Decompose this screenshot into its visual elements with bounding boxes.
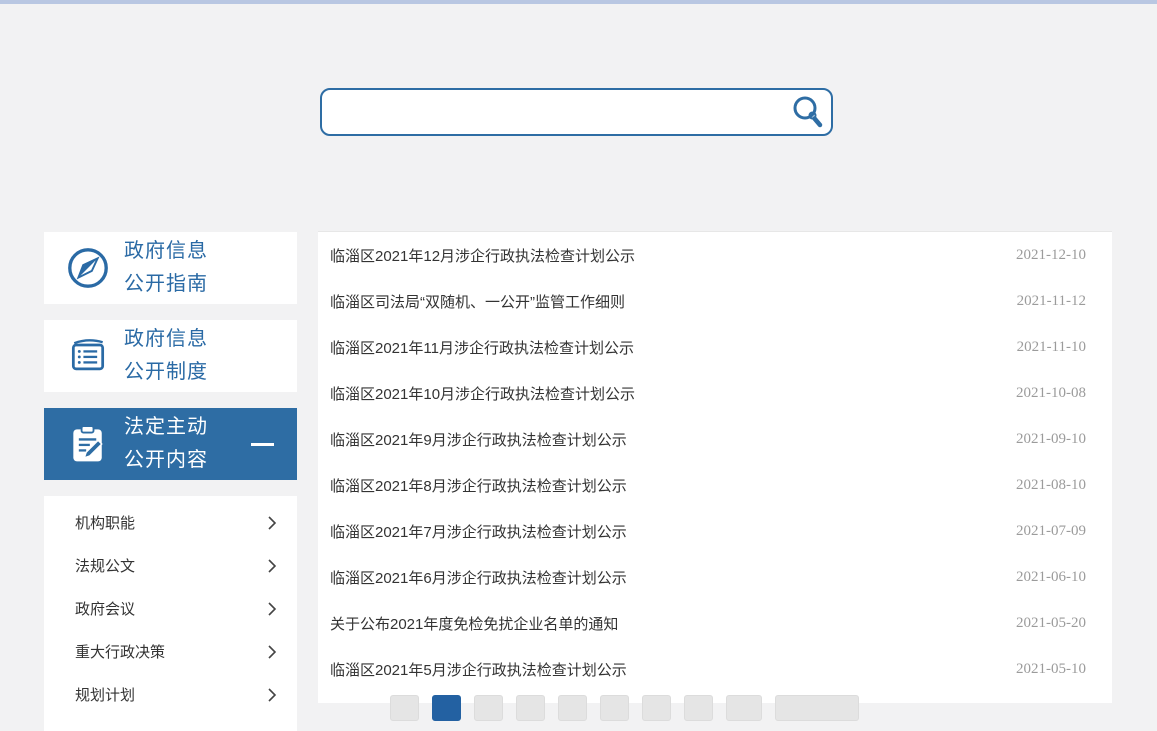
- pagination-button[interactable]: [775, 695, 859, 721]
- article-date: 2021-12-10: [1016, 247, 1086, 264]
- article-row: 临淄区2021年8月涉企行政执法检查计划公示 2021-08-10: [318, 462, 1112, 508]
- top-accent-bar: [0, 0, 1157, 4]
- pagination-button[interactable]: [600, 695, 629, 721]
- search-box: [320, 88, 833, 136]
- sidebar-item-label: 政府信息 公开指南: [124, 235, 208, 301]
- pagination-button[interactable]: [474, 695, 503, 721]
- compass-icon: [65, 245, 111, 291]
- article-title-link[interactable]: 临淄区2021年6月涉企行政执法检查计划公示: [330, 567, 627, 588]
- chevron-right-icon: [267, 601, 277, 617]
- article-date: 2021-06-10: [1016, 569, 1086, 586]
- chevron-right-icon: [267, 515, 277, 531]
- sidebar-submenu-item[interactable]: 机构职能: [44, 501, 297, 544]
- article-date: 2021-09-10: [1016, 431, 1086, 448]
- article-date: 2021-11-10: [1017, 339, 1086, 356]
- article-list-panel: 临淄区2021年12月涉企行政执法检查计划公示 2021-12-10 临淄区司法…: [318, 231, 1112, 703]
- sidebar-submenu-item[interactable]: 政府会议: [44, 587, 297, 630]
- article-title-link[interactable]: 临淄区2021年12月涉企行政执法检查计划公示: [330, 245, 635, 266]
- article-row: 临淄区2021年12月涉企行政执法检查计划公示 2021-12-10: [318, 232, 1112, 278]
- article-title-link[interactable]: 临淄区2021年8月涉企行政执法检查计划公示: [330, 475, 627, 496]
- article-row: 临淄区2021年9月涉企行政执法检查计划公示 2021-09-10: [318, 416, 1112, 462]
- submenu-item-label: 政府会议: [75, 598, 135, 619]
- article-title-link[interactable]: 临淄区2021年7月涉企行政执法检查计划公示: [330, 521, 627, 542]
- search-input[interactable]: [322, 90, 785, 134]
- submenu-item-label: 规划计划: [75, 684, 135, 705]
- article-row: 临淄区司法局“双随机、一公开”监管工作细则 2021-11-12: [318, 278, 1112, 324]
- article-row: 临淄区2021年11月涉企行政执法检查计划公示 2021-11-10: [318, 324, 1112, 370]
- sidebar-item-gov-info-guide[interactable]: 政府信息 公开指南: [44, 232, 297, 304]
- article-row: 临淄区2021年10月涉企行政执法检查计划公示 2021-10-08: [318, 370, 1112, 416]
- pagination-button[interactable]: [684, 695, 713, 721]
- pagination-button[interactable]: [516, 695, 545, 721]
- article-title-link[interactable]: 临淄区2021年10月涉企行政执法检查计划公示: [330, 383, 635, 404]
- submenu-item-label: 机构职能: [75, 512, 135, 533]
- article-title-link[interactable]: 临淄区司法局“双随机、一公开”监管工作细则: [330, 291, 625, 312]
- search-button[interactable]: [785, 90, 831, 134]
- sidebar-item-label: 法定主动 公开内容: [124, 411, 208, 477]
- article-date: 2021-10-08: [1016, 385, 1086, 402]
- pagination: [390, 695, 1112, 721]
- article-row: 临淄区2021年5月涉企行政执法检查计划公示 2021-05-10: [318, 646, 1112, 692]
- list-document-icon: [65, 333, 111, 379]
- pagination-button[interactable]: [642, 695, 671, 721]
- submenu-item-label: 重大行政决策: [75, 641, 165, 662]
- chevron-right-icon: [267, 558, 277, 574]
- article-date: 2021-05-20: [1016, 615, 1086, 632]
- sidebar-submenu-item[interactable]: 规划计划: [44, 673, 297, 716]
- article-list: 临淄区2021年12月涉企行政执法检查计划公示 2021-12-10 临淄区司法…: [318, 232, 1112, 692]
- chevron-right-icon: [267, 687, 277, 703]
- pagination-button[interactable]: [726, 695, 762, 721]
- article-title-link[interactable]: 临淄区2021年11月涉企行政执法检查计划公示: [330, 337, 634, 358]
- sidebar-submenu-item[interactable]: 法规公文: [44, 544, 297, 587]
- article-row: 临淄区2021年7月涉企行政执法检查计划公示 2021-07-09: [318, 508, 1112, 554]
- sidebar-item-label: 政府信息 公开制度: [124, 323, 208, 389]
- sidebar-item-gov-info-system[interactable]: 政府信息 公开制度: [44, 320, 297, 392]
- clipboard-pencil-icon: [65, 421, 111, 467]
- pagination-button[interactable]: [558, 695, 587, 721]
- article-date: 2021-05-10: [1016, 661, 1086, 678]
- sidebar-submenu: 机构职能 法规公文 政府会议: [44, 496, 297, 731]
- pagination-button[interactable]: [390, 695, 419, 721]
- collapse-minus-icon: [251, 443, 274, 446]
- chevron-right-icon: [267, 644, 277, 660]
- article-title-link[interactable]: 临淄区2021年9月涉企行政执法检查计划公示: [330, 429, 627, 450]
- article-row: 关于公布2021年度免检免扰企业名单的通知 2021-05-20: [318, 600, 1112, 646]
- article-date: 2021-11-12: [1017, 293, 1086, 310]
- article-date: 2021-07-09: [1016, 523, 1086, 540]
- sidebar-item-statutory-disclosure[interactable]: 法定主动 公开内容: [44, 408, 297, 480]
- submenu-item-label: 法规公文: [75, 555, 135, 576]
- article-title-link[interactable]: 临淄区2021年5月涉企行政执法检查计划公示: [330, 659, 627, 680]
- pagination-button[interactable]: [432, 695, 461, 721]
- article-row: 临淄区2021年6月涉企行政执法检查计划公示 2021-06-10: [318, 554, 1112, 600]
- sidebar-submenu-item[interactable]: 重大行政决策: [44, 630, 297, 673]
- sidebar: 政府信息 公开指南 政府信息 公开制度: [44, 232, 297, 731]
- magnifier-icon: [790, 94, 826, 130]
- article-title-link[interactable]: 关于公布2021年度免检免扰企业名单的通知: [330, 613, 618, 634]
- article-date: 2021-08-10: [1016, 477, 1086, 494]
